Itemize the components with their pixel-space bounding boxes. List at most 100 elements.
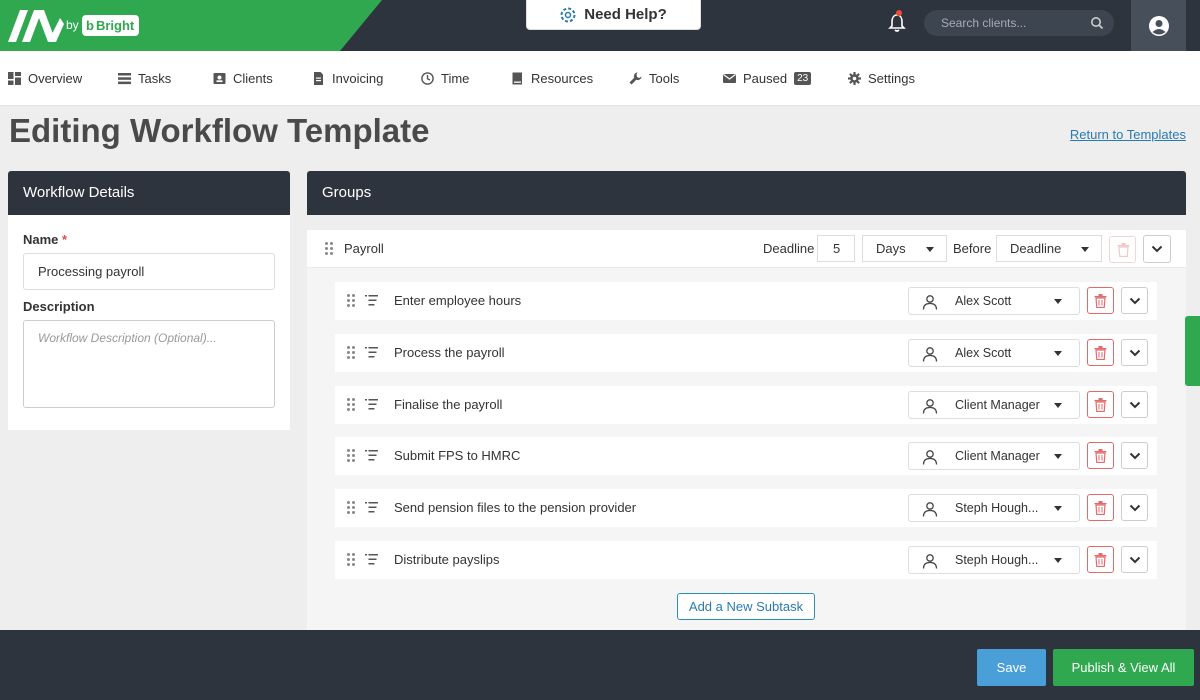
notification-dot <box>896 10 902 16</box>
feedback-tab[interactable] <box>1185 316 1200 386</box>
expand-subtask-button[interactable] <box>1121 391 1148 418</box>
checklist-icon <box>365 450 378 461</box>
top-bar: by b Bright Need Help? Search clients... <box>0 0 1200 51</box>
delete-subtask-button[interactable] <box>1087 442 1114 469</box>
drag-handle-icon[interactable] <box>347 294 357 308</box>
paused-count-badge: 23 <box>794 72 812 85</box>
before-label: Before <box>953 241 992 256</box>
trash-icon <box>1094 552 1107 567</box>
deadline-unit-value: Days <box>876 241 906 256</box>
add-new-subtask-button[interactable]: Add a New Subtask <box>677 593 815 620</box>
expand-subtask-button[interactable] <box>1121 546 1148 573</box>
expand-subtask-button[interactable] <box>1121 494 1148 521</box>
assignee-select[interactable]: Steph Hough... <box>908 494 1080 522</box>
assignee-select[interactable]: Alex Scott <box>908 287 1080 315</box>
subtask-title[interactable]: Finalise the payroll <box>394 397 502 412</box>
assignee-select[interactable]: Steph Hough... <box>908 546 1080 574</box>
user-menu-button[interactable] <box>1131 0 1186 51</box>
workflow-description-textarea[interactable]: Workflow Description (Optional)... <box>23 320 275 408</box>
assignee-select[interactable]: Alex Scott <box>908 339 1080 367</box>
name-field-label: Name * <box>23 232 67 247</box>
chevron-down-icon <box>1129 556 1140 563</box>
checklist-icon <box>365 502 378 513</box>
nav-invoicing[interactable]: Invoicing <box>312 51 383 106</box>
caret-down-icon <box>926 247 934 252</box>
expand-subtask-button[interactable] <box>1121 339 1148 366</box>
subtask-row: Enter employee hours Alex Scott <box>335 282 1157 320</box>
deadline-offset-input[interactable]: 5 <box>817 235 855 262</box>
wrench-icon <box>629 72 642 85</box>
checklist-icon <box>365 347 378 358</box>
delete-subtask-button[interactable] <box>1087 339 1114 366</box>
nav-tools-label: Tools <box>649 71 680 86</box>
expand-subtask-button[interactable] <box>1121 287 1148 314</box>
group-name[interactable]: Payroll <box>344 241 384 256</box>
deadline-reference-select[interactable]: Deadline <box>996 235 1102 262</box>
person-icon <box>922 502 938 517</box>
assignee-name: Steph Hough... <box>955 501 1039 515</box>
return-to-templates-link[interactable]: Return to Templates <box>1070 127 1186 142</box>
deadline-unit-select[interactable]: Days <box>862 235 947 262</box>
search-clients-input[interactable]: Search clients... <box>924 10 1114 36</box>
drag-handle-icon[interactable] <box>347 449 357 463</box>
book-icon <box>512 72 522 85</box>
subtask-title[interactable]: Enter employee hours <box>394 293 521 308</box>
bright-logo: b Bright <box>82 15 140 36</box>
checklist-icon <box>365 295 378 306</box>
delete-group-button[interactable] <box>1109 236 1136 263</box>
subtask-title[interactable]: Distribute payslips <box>394 552 500 567</box>
lifebuoy-icon <box>560 7 576 22</box>
nav-resources-label: Resources <box>531 71 594 86</box>
nav-clients[interactable]: Clients <box>213 51 273 106</box>
expand-subtask-button[interactable] <box>1121 442 1148 469</box>
workflow-name-input[interactable]: Processing payroll <box>23 253 275 290</box>
trash-icon <box>1094 448 1107 463</box>
required-asterisk: * <box>62 232 68 247</box>
checklist-icon <box>365 399 378 410</box>
main-navigation: Overview Tasks Clients Invoicing Time Re… <box>0 51 1200 106</box>
deadline-label: Deadline <box>763 241 815 256</box>
caret-down-icon <box>1054 299 1062 304</box>
delete-subtask-button[interactable] <box>1087 391 1114 418</box>
subtask-row: Distribute payslips Steph Hough... <box>335 541 1157 579</box>
assignee-select[interactable]: Client Manager <box>908 442 1080 470</box>
bright-mark-icon: b <box>86 18 94 33</box>
groups-header: Groups <box>307 171 1186 215</box>
need-help-button[interactable]: Need Help? <box>526 0 701 30</box>
search-icon <box>1091 17 1104 30</box>
subtask-row: Submit FPS to HMRC Client Manager <box>335 437 1157 475</box>
nav-paused[interactable]: Paused 23 <box>723 51 812 106</box>
collapse-group-button[interactable] <box>1143 235 1171 263</box>
deadline-reference-value: Deadline <box>1010 241 1062 256</box>
assignee-select[interactable]: Client Manager <box>908 391 1080 419</box>
nav-settings[interactable]: Settings <box>848 51 915 106</box>
drag-handle-icon[interactable] <box>347 501 357 515</box>
nav-resources[interactable]: Resources <box>511 51 593 106</box>
subtask-title[interactable]: Submit FPS to HMRC <box>394 448 520 463</box>
save-button[interactable]: Save <box>977 649 1046 686</box>
subtask-row: Send pension files to the pension provid… <box>335 489 1157 527</box>
notifications-bell-icon[interactable] <box>888 13 906 33</box>
drag-handle-icon[interactable] <box>347 398 357 412</box>
subtask-title[interactable]: Process the payroll <box>394 345 505 360</box>
checklist-icon <box>365 554 378 565</box>
subtask-title[interactable]: Send pension files to the pension provid… <box>394 500 636 515</box>
karbon-logo-icon[interactable] <box>8 10 64 42</box>
assignee-name: Client Manager <box>955 398 1040 412</box>
caret-down-icon <box>1054 454 1062 459</box>
drag-handle-icon[interactable] <box>325 242 335 256</box>
invoicing-icon <box>314 72 323 85</box>
delete-subtask-button[interactable] <box>1087 546 1114 573</box>
nav-tasks[interactable]: Tasks <box>118 51 171 106</box>
drag-handle-icon[interactable] <box>347 346 357 360</box>
nav-overview[interactable]: Overview <box>8 51 82 106</box>
description-label: Description <box>23 299 95 314</box>
caret-down-icon <box>1054 403 1062 408</box>
drag-handle-icon[interactable] <box>347 553 357 567</box>
nav-time[interactable]: Time <box>421 51 469 106</box>
delete-subtask-button[interactable] <box>1087 494 1114 521</box>
nav-tasks-label: Tasks <box>138 71 172 86</box>
publish-view-all-button[interactable]: Publish & View All <box>1053 649 1194 686</box>
nav-tools[interactable]: Tools <box>629 51 679 106</box>
delete-subtask-button[interactable] <box>1087 287 1114 314</box>
